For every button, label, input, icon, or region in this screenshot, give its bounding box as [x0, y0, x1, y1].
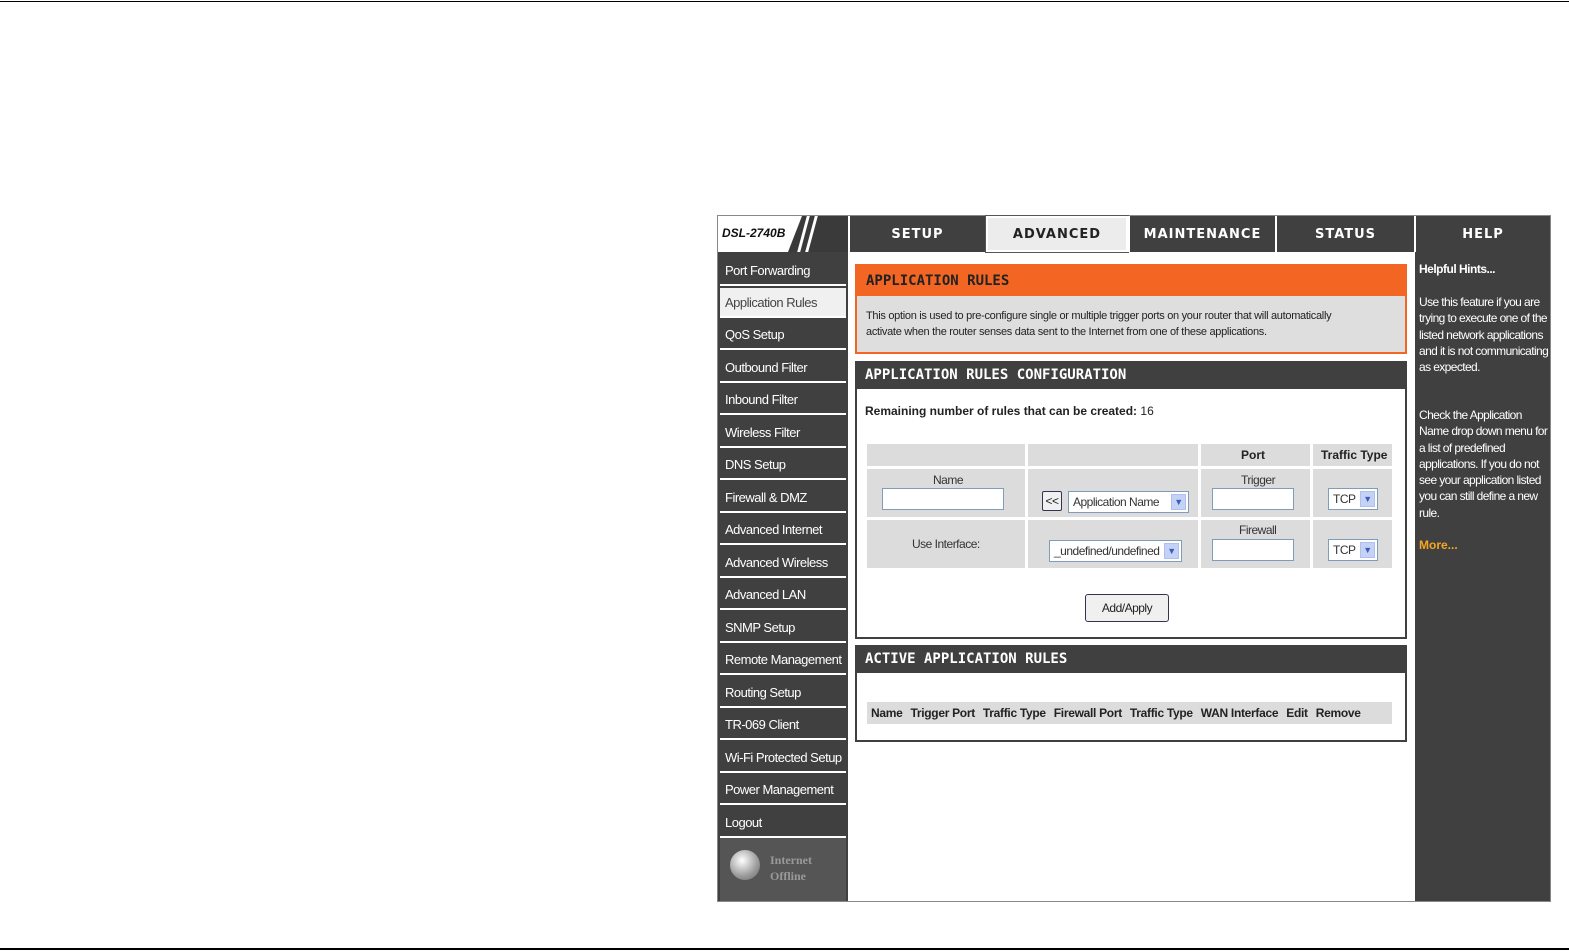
col-name: Name — [871, 706, 903, 720]
sidebar-item-tr069-client[interactable]: TR-069 Client — [720, 710, 846, 740]
sidebar-item-outbound-filter[interactable]: Outbound Filter — [720, 353, 846, 383]
tab-status[interactable]: STATUS — [1275, 216, 1414, 252]
intro-description: This option is used to pre-configure sin… — [866, 310, 1332, 338]
header-cell — [1028, 444, 1198, 466]
sidebar-item-application-rules[interactable]: Application Rules — [720, 288, 846, 318]
internet-status: Internet Offline — [720, 838, 846, 901]
sidebar-item-wifi-protected-setup[interactable]: Wi-Fi Protected Setup — [720, 743, 846, 773]
remaining-rules: Remaining number of rules that can be cr… — [865, 404, 1154, 418]
model-name: DSL-2740B — [722, 226, 786, 240]
name-input[interactable] — [882, 488, 1004, 510]
tab-setup[interactable]: SETUP — [848, 216, 985, 252]
col-traffic-type-2: Traffic Type — [1129, 706, 1193, 720]
interface-select[interactable]: _undefined/undefined ▼ — [1049, 540, 1182, 562]
config-section-title: APPLICATION RULES CONFIGURATION — [855, 361, 1407, 389]
sidebar-item-advanced-internet[interactable]: Advanced Internet — [720, 515, 846, 545]
chevron-down-icon: ▼ — [1360, 491, 1375, 507]
sidebar-item-port-forwarding[interactable]: Port Forwarding — [720, 256, 846, 286]
sidebar-item-advanced-wireless[interactable]: Advanced Wireless — [720, 548, 846, 578]
intro-panel: APPLICATION RULES This option is used to… — [855, 264, 1407, 354]
trigger-protocol-select[interactable]: TCP ▼ — [1328, 488, 1378, 510]
col-firewall-port: Firewall Port — [1053, 706, 1122, 720]
sidebar-item-advanced-lan[interactable]: Advanced LAN — [720, 580, 846, 610]
bottom-rule — [0, 948, 1569, 950]
col-edit: Edit — [1286, 706, 1308, 720]
sidebar-item-power-management[interactable]: Power Management — [720, 775, 846, 805]
internet-status-text: Internet Offline — [770, 853, 812, 883]
globe-icon — [730, 850, 760, 880]
firewall-label: Firewall — [1239, 523, 1277, 537]
name-cell: Name — [867, 469, 1025, 517]
col-trigger-port: Trigger Port — [910, 706, 975, 720]
help-paragraph-2: Check the Application Name drop down men… — [1419, 408, 1548, 520]
help-panel: Helpful Hints... Use this feature if you… — [1415, 252, 1550, 901]
sidebar-item-snmp-setup[interactable]: SNMP Setup — [720, 613, 846, 643]
firewall-protocol-select[interactable]: TCP ▼ — [1328, 539, 1378, 561]
firewall-protocol-cell: TCP ▼ — [1313, 520, 1392, 568]
app-cell: << Application Name ▼ — [1028, 469, 1198, 517]
sidebar-item-logout[interactable]: Logout — [720, 808, 846, 838]
page-title: APPLICATION RULES — [857, 266, 1405, 296]
logo: DSL-2740B — [718, 216, 858, 252]
trigger-protocol-cell: TCP ▼ — [1313, 469, 1392, 517]
interface-cell: _undefined/undefined ▼ — [1028, 520, 1198, 568]
interface-label-cell: Use Interface: — [867, 520, 1025, 568]
remaining-count: 16 — [1140, 404, 1154, 418]
help-title: Helpful Hints... — [1419, 262, 1496, 276]
tab-advanced[interactable]: ADVANCED — [985, 215, 1129, 253]
router-admin-window: DSL-2740B SETUP ADVANCED MAINTENANCE STA… — [717, 215, 1551, 902]
active-rules-title: ACTIVE APPLICATION RULES — [855, 645, 1407, 673]
application-name-select[interactable]: Application Name ▼ — [1068, 491, 1189, 513]
use-interface-label: Use Interface: — [912, 537, 980, 551]
sidebar-item-inbound-filter[interactable]: Inbound Filter — [720, 385, 846, 415]
add-apply-button[interactable]: Add/Apply — [1085, 594, 1169, 622]
col-remove: Remove — [1315, 706, 1361, 720]
name-label: Name — [933, 473, 964, 487]
tab-maintenance[interactable]: MAINTENANCE — [1128, 216, 1275, 252]
copy-app-button[interactable]: << — [1042, 491, 1062, 511]
col-traffic-type: Traffic Type — [982, 706, 1046, 720]
chevron-down-icon: ▼ — [1360, 542, 1375, 558]
tab-help[interactable]: HELP — [1414, 216, 1550, 252]
trigger-label: Trigger — [1241, 473, 1276, 487]
sidebar-item-firewall-dmz[interactable]: Firewall & DMZ — [720, 483, 846, 513]
col-wan-interface: WAN Interface — [1200, 706, 1279, 720]
sidebar-item-routing-setup[interactable]: Routing Setup — [720, 678, 846, 708]
header-cell — [867, 444, 1025, 466]
trigger-port-input[interactable] — [1212, 488, 1294, 510]
sidebar-item-dns-setup[interactable]: DNS Setup — [720, 450, 846, 480]
header-cell-traffic-type: Traffic Type — [1313, 444, 1392, 466]
header-cell-port: Port — [1201, 444, 1310, 466]
top-rule — [0, 1, 1569, 2]
rule-form-table: Port Traffic Type Name << Application Na… — [867, 444, 1392, 568]
chevron-down-icon: ▼ — [1171, 494, 1186, 510]
help-paragraph-1: Use this feature if you are trying to ex… — [1419, 295, 1549, 375]
sidebar-item-remote-management[interactable]: Remote Management — [720, 645, 846, 675]
trigger-cell: Trigger — [1201, 469, 1310, 517]
sidebar-item-wireless-filter[interactable]: Wireless Filter — [720, 418, 846, 448]
sidebar-item-qos-setup[interactable]: QoS Setup — [720, 320, 846, 350]
sidebar: Port Forwarding Application Rules QoS Se… — [718, 252, 848, 901]
firewall-port-input[interactable] — [1212, 539, 1294, 561]
firewall-cell: Firewall — [1201, 520, 1310, 568]
chevron-down-icon: ▼ — [1164, 543, 1179, 559]
help-more-link[interactable]: More... — [1419, 538, 1458, 552]
active-rules-header: Name Trigger Port Traffic Type Firewall … — [867, 702, 1392, 724]
